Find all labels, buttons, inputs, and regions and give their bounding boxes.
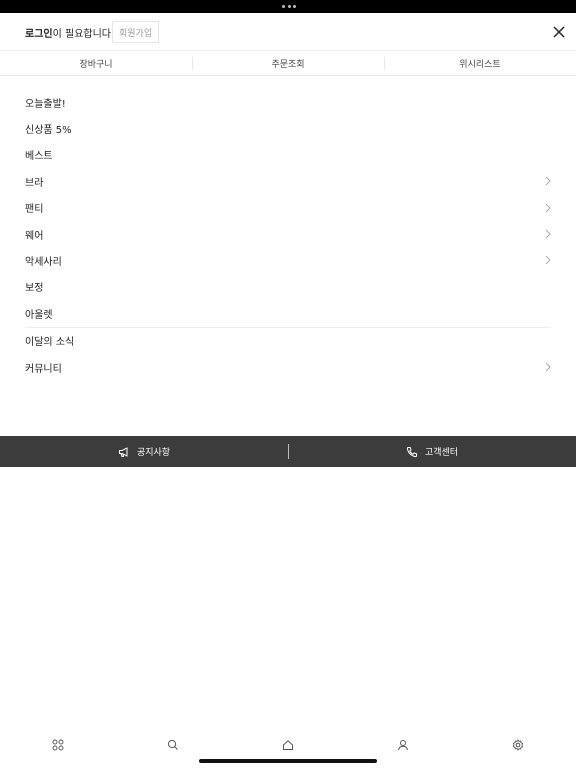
grid-icon[interactable]	[52, 739, 64, 751]
customer-center-button[interactable]: 고객센터	[288, 436, 576, 467]
login-link-bold: 로그인	[25, 29, 53, 40]
chevron-right-icon[interactable]	[545, 203, 551, 213]
dot	[293, 5, 296, 8]
menu-item-label: 커뮤니티	[25, 363, 62, 375]
chevron-right-icon[interactable]	[545, 176, 551, 186]
chevron-right-icon[interactable]	[545, 255, 551, 265]
menu-item-label: 보정	[25, 283, 44, 295]
category-menu: 오늘출발! 신상품 5% 베스트 브라 팬티 웨어 악세사리 보정 아울렛 이달…	[0, 89, 576, 380]
menu-header: 로그인 이 필요합니다 회원가입	[0, 13, 576, 50]
status-bar	[0, 0, 576, 13]
megaphone-icon	[118, 446, 128, 457]
customer-center-label: 고객센터	[424, 448, 459, 458]
menu-item-label: 이달의 소식	[25, 337, 75, 349]
quick-links: 장바구니 주문조회 위시리스트	[0, 50, 576, 76]
menu-item-wear[interactable]: 웨어	[0, 221, 576, 247]
menu-item-best[interactable]: 베스트	[0, 142, 576, 168]
menu-item-new-arrivals[interactable]: 신상품 5%	[0, 115, 576, 141]
close-icon[interactable]	[550, 23, 568, 41]
chevron-right-icon[interactable]	[545, 229, 551, 239]
home-indicator	[199, 759, 377, 763]
menu-item-shapewear[interactable]: 보정	[0, 274, 576, 300]
menu-item-label: 베스트	[25, 151, 53, 163]
menu-item-label: 브라	[25, 177, 44, 189]
menu-item-panties[interactable]: 팬티	[0, 195, 576, 221]
phone-icon	[406, 446, 417, 457]
user-icon[interactable]	[397, 739, 409, 751]
login-link-text: 이 필요합니다	[52, 29, 111, 40]
menu-item-today-shipping[interactable]: 오늘출발!	[0, 89, 576, 115]
info-bar: 공지사항 고객센터	[0, 436, 576, 467]
notice-button[interactable]: 공지사항	[0, 436, 288, 467]
menu-item-label: 웨어	[25, 230, 44, 242]
settings-icon[interactable]	[512, 739, 524, 751]
menu-item-bra[interactable]: 브라	[0, 168, 576, 194]
cart-link[interactable]: 장바구니	[0, 51, 192, 75]
dot	[282, 5, 285, 8]
order-lookup-link[interactable]: 주문조회	[192, 51, 384, 75]
menu-item-label: 악세사리	[25, 257, 62, 269]
dot	[287, 5, 291, 8]
menu-item-community[interactable]: 커뮤니티	[0, 354, 576, 380]
menu-item-accessories[interactable]: 악세사리	[0, 247, 576, 273]
join-button[interactable]: 회원가입	[112, 21, 160, 43]
bottom-tab-bar	[0, 732, 576, 758]
wishlist-link[interactable]: 위시리스트	[384, 51, 576, 75]
menu-item-label: 신상품 5%	[25, 125, 72, 137]
login-link[interactable]: 로그인 이 필요합니다	[25, 25, 125, 40]
multitask-dots[interactable]	[282, 5, 296, 8]
menu-item-label: 오늘출발!	[25, 98, 66, 110]
menu-item-outlet[interactable]: 아울렛	[0, 300, 576, 326]
menu-item-monthly-news[interactable]: 이달의 소식	[0, 328, 576, 354]
chevron-right-icon[interactable]	[545, 362, 551, 372]
search-icon[interactable]	[167, 739, 179, 751]
notice-label: 공지사항	[136, 448, 171, 458]
menu-item-label: 팬티	[25, 204, 44, 216]
home-icon[interactable]	[282, 739, 294, 751]
menu-item-label: 아울렛	[25, 309, 53, 321]
